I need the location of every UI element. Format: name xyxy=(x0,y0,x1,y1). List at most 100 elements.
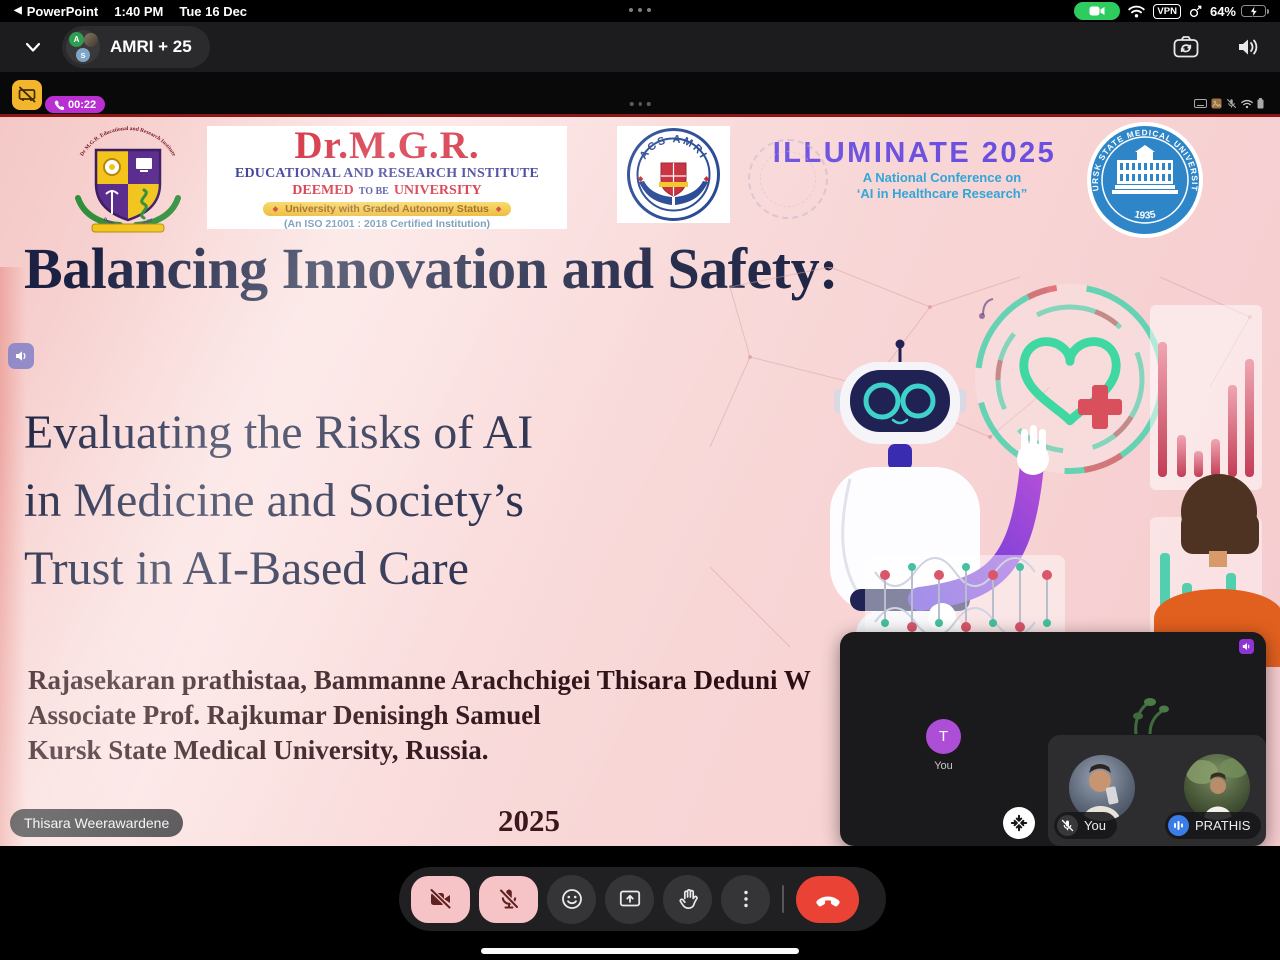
multitask-handle-dots[interactable] xyxy=(629,8,651,12)
sound-bars-icon xyxy=(1173,820,1184,831)
tile-label-you: You xyxy=(1054,812,1117,839)
illuminate-subtitle2: ‘AI in Healthcare Research” xyxy=(817,186,1067,202)
call-timer: 00:22 xyxy=(68,99,96,111)
to-be-word: TO BE xyxy=(359,186,389,197)
chevron-down-icon xyxy=(22,37,44,57)
home-indicator[interactable] xyxy=(481,948,799,954)
author-line: Associate Prof. Rajkumar Denisingh Samue… xyxy=(28,698,811,733)
mgr-crest-logo: Dr M.G.R. Educational and Research Insti… xyxy=(58,120,198,234)
clock-date: Tue 16 Dec xyxy=(179,4,247,19)
end-call-button[interactable] xyxy=(796,876,859,923)
reactions-button[interactable] xyxy=(547,875,596,924)
speaking-indicator xyxy=(1168,815,1189,836)
mirrored-status-icons xyxy=(1194,98,1264,109)
exit-pip-button[interactable] xyxy=(1003,807,1035,839)
mgr-line2: EDUCATIONAL AND RESEARCH INSTITUTE xyxy=(235,166,539,182)
ipad-status-bar: ◀ PowerPoint 1:40 PM Tue 16 Dec VPN 64% xyxy=(0,0,1280,22)
stop-sharing-button[interactable] xyxy=(12,80,42,110)
self-avatar: T xyxy=(926,719,961,754)
vpn-badge: VPN xyxy=(1153,4,1181,19)
more-options-button[interactable] xyxy=(721,875,770,924)
mgr-name: Dr.M.G.R. xyxy=(294,126,479,166)
acs-amri-logo: ACS AMRI xyxy=(626,127,721,222)
acs-amri-logo-box: ACS AMRI xyxy=(617,126,730,223)
self-label: You xyxy=(918,760,969,772)
slide-subtitle: Evaluating the Risks of AI in Medicine a… xyxy=(24,399,533,603)
plant-decor xyxy=(1126,694,1170,736)
emoji-icon xyxy=(560,887,584,911)
camera-in-use-indicator[interactable] xyxy=(1074,2,1120,20)
meeting-title: AMRI + 25 xyxy=(110,37,192,57)
diamond-bullet-icon: ◆ xyxy=(273,205,278,213)
screen-share-strip: 00:22 xyxy=(0,72,1280,114)
mic-off-icon xyxy=(497,887,521,911)
kursk-logo: KURSK STATE MEDICAL UNIVERSITY 1935 xyxy=(1085,120,1205,240)
raise-hand-button[interactable] xyxy=(663,875,712,924)
inner-handle-dots xyxy=(630,102,651,106)
end-call-icon xyxy=(814,887,842,911)
kursk-year-text: 1935 xyxy=(1133,209,1157,221)
participant-video-prathis[interactable] xyxy=(1184,754,1250,820)
call-control-bar xyxy=(399,867,886,931)
slide-audio-button[interactable] xyxy=(8,343,34,369)
mic-muted-indicator xyxy=(1057,815,1078,836)
self-view-window[interactable]: T You You xyxy=(840,632,1266,846)
avatar xyxy=(84,33,98,47)
back-arrow-icon: ◀ xyxy=(14,6,22,16)
present-button[interactable] xyxy=(605,875,654,924)
cast-icon xyxy=(1194,99,1207,108)
mic-toggle-button[interactable] xyxy=(479,876,538,923)
small-speaker-icon xyxy=(15,350,28,362)
slide-authors: Rajasekaran prathistaa, Bammanne Arachch… xyxy=(28,663,811,768)
call-timer-pill[interactable]: 00:22 xyxy=(45,96,105,113)
screenshot-icon xyxy=(1211,98,1222,109)
camera-flip-icon xyxy=(1173,35,1199,59)
projector-off-icon xyxy=(17,85,37,105)
ipad-screen: ◀ PowerPoint 1:40 PM Tue 16 Dec VPN 64% xyxy=(0,0,1280,960)
participant-photo xyxy=(1184,754,1250,820)
tiny-speaker-icon xyxy=(1242,642,1251,651)
mgr-status-pill: ◆ University with Graded Autonomy Status… xyxy=(263,202,512,216)
meet-header: A S AMRI + 25 xyxy=(0,22,1280,72)
camera-icon xyxy=(1089,6,1105,16)
minimize-call-button[interactable] xyxy=(16,30,50,64)
mini-battery-icon xyxy=(1257,98,1264,109)
mgr-banner: Dr.M.G.R. EDUCATIONAL AND RESEARCH INSTI… xyxy=(207,126,567,229)
charging-bolt-icon xyxy=(1248,6,1260,17)
camera-toggle-button[interactable] xyxy=(411,876,470,923)
switch-camera-button[interactable] xyxy=(1170,31,1202,63)
share-screen-icon xyxy=(618,887,642,911)
tile-name: PRATHIS xyxy=(1195,818,1250,833)
deemed-word: DEEMED xyxy=(292,183,353,199)
mini-wifi-icon xyxy=(1241,99,1253,109)
clock-time: 1:40 PM xyxy=(114,4,163,19)
hotspot-icon xyxy=(1189,5,1202,18)
diamond-bullet-icon: ◆ xyxy=(496,205,501,213)
university-word: UNIVERSITY xyxy=(394,183,482,199)
participant-avatar-cluster: A S xyxy=(66,30,100,64)
battery-percent: 64% xyxy=(1210,4,1236,19)
tile-name: You xyxy=(1084,818,1106,833)
svg-text:1935: 1935 xyxy=(1133,209,1157,221)
mic-off-icon xyxy=(1061,819,1074,832)
mgr-deemed-line: DEEMED TO BE UNIVERSITY xyxy=(292,183,481,199)
avatar: S xyxy=(76,48,90,62)
speaker-icon xyxy=(1236,37,1260,57)
camera-off-icon xyxy=(428,887,454,911)
control-divider xyxy=(782,885,784,913)
more-vertical-icon xyxy=(734,887,758,911)
audio-playing-badge[interactable] xyxy=(1239,639,1254,654)
phone-icon xyxy=(54,100,64,110)
participant-thumbnails-panel: You PRATHIS xyxy=(1048,735,1266,846)
audio-output-button[interactable] xyxy=(1232,31,1264,63)
meeting-title-pill[interactable]: A S AMRI + 25 xyxy=(62,26,210,68)
illuminate-conference-block: ILLUMINATE 2025 A National Conference on… xyxy=(762,137,1067,202)
mgr-iso-line: (An ISO 21001 : 2018 Certified Instituti… xyxy=(284,218,490,230)
back-to-app-button[interactable]: ◀ PowerPoint xyxy=(14,4,98,19)
illuminate-subtitle1: A National Conference on xyxy=(817,170,1067,186)
subtitle-line: Evaluating the Risks of AI xyxy=(24,399,533,467)
mgr-status-text: University with Graded Autonomy Status xyxy=(285,203,489,215)
speaker-name-tag: Thisara Weerawardene xyxy=(10,809,183,837)
subtitle-line: Trust in AI-Based Care xyxy=(24,535,533,603)
author-line: Rajasekaran prathistaa, Bammanne Arachch… xyxy=(28,663,811,698)
